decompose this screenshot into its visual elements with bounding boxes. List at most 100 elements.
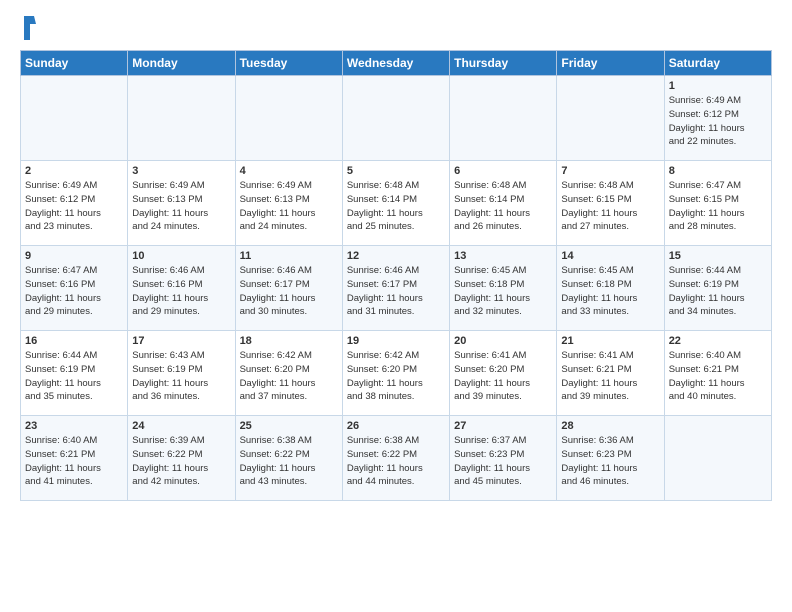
day-number: 10 — [132, 250, 230, 262]
day-number: 26 — [347, 420, 445, 432]
header-cell-saturday: Saturday — [664, 51, 771, 76]
logo — [20, 20, 36, 40]
calendar-cell: 25 Sunrise: 6:38 AM Sunset: 6:22 PM Dayli… — [235, 416, 342, 501]
calendar-cell: 1 Sunrise: 6:49 AM Sunset: 6:12 PM Daylig… — [664, 76, 771, 161]
calendar-week-row: 9 Sunrise: 6:47 AM Sunset: 6:16 PM Daylig… — [21, 246, 772, 331]
day-info: Sunrise: 6:45 AM Sunset: 6:18 PM Dayligh… — [454, 264, 552, 319]
calendar-week-row: 1 Sunrise: 6:49 AM Sunset: 6:12 PM Daylig… — [21, 76, 772, 161]
day-number: 2 — [25, 165, 123, 177]
calendar-cell: 28 Sunrise: 6:36 AM Sunset: 6:23 PM Dayli… — [557, 416, 664, 501]
day-number: 25 — [240, 420, 338, 432]
calendar-header-row: SundayMondayTuesdayWednesdayThursdayFrid… — [21, 51, 772, 76]
day-number: 16 — [25, 335, 123, 347]
day-info: Sunrise: 6:37 AM Sunset: 6:23 PM Dayligh… — [454, 434, 552, 489]
header-cell-friday: Friday — [557, 51, 664, 76]
day-info: Sunrise: 6:44 AM Sunset: 6:19 PM Dayligh… — [669, 264, 767, 319]
calendar-cell: 2 Sunrise: 6:49 AM Sunset: 6:12 PM Daylig… — [21, 161, 128, 246]
calendar-cell: 17 Sunrise: 6:43 AM Sunset: 6:19 PM Dayli… — [128, 331, 235, 416]
day-info: Sunrise: 6:38 AM Sunset: 6:22 PM Dayligh… — [347, 434, 445, 489]
header-cell-wednesday: Wednesday — [342, 51, 449, 76]
calendar-cell: 13 Sunrise: 6:45 AM Sunset: 6:18 PM Dayli… — [450, 246, 557, 331]
day-number: 12 — [347, 250, 445, 262]
calendar-cell: 21 Sunrise: 6:41 AM Sunset: 6:21 PM Dayli… — [557, 331, 664, 416]
day-info: Sunrise: 6:48 AM Sunset: 6:15 PM Dayligh… — [561, 179, 659, 234]
calendar-cell — [450, 76, 557, 161]
calendar-cell — [235, 76, 342, 161]
header-cell-monday: Monday — [128, 51, 235, 76]
day-number: 6 — [454, 165, 552, 177]
calendar-cell: 7Sunrise: 6:48 AM Sunset: 6:15 PM Daylig… — [557, 161, 664, 246]
header-cell-tuesday: Tuesday — [235, 51, 342, 76]
calendar-cell: 9 Sunrise: 6:47 AM Sunset: 6:16 PM Daylig… — [21, 246, 128, 331]
day-info: Sunrise: 6:41 AM Sunset: 6:20 PM Dayligh… — [454, 349, 552, 404]
day-info: Sunrise: 6:46 AM Sunset: 6:16 PM Dayligh… — [132, 264, 230, 319]
calendar-table: SundayMondayTuesdayWednesdayThursdayFrid… — [20, 50, 772, 501]
day-info: Sunrise: 6:44 AM Sunset: 6:19 PM Dayligh… — [25, 349, 123, 404]
day-info: Sunrise: 6:46 AM Sunset: 6:17 PM Dayligh… — [240, 264, 338, 319]
day-info: Sunrise: 6:46 AM Sunset: 6:17 PM Dayligh… — [347, 264, 445, 319]
calendar-cell: 18 Sunrise: 6:42 AM Sunset: 6:20 PM Dayli… — [235, 331, 342, 416]
day-number: 23 — [25, 420, 123, 432]
calendar-cell — [21, 76, 128, 161]
day-info: Sunrise: 6:47 AM Sunset: 6:15 PM Dayligh… — [669, 179, 767, 234]
day-info: Sunrise: 6:45 AM Sunset: 6:18 PM Dayligh… — [561, 264, 659, 319]
calendar-cell: 10 Sunrise: 6:46 AM Sunset: 6:16 PM Dayli… — [128, 246, 235, 331]
calendar-cell: 24 Sunrise: 6:39 AM Sunset: 6:22 PM Dayli… — [128, 416, 235, 501]
day-info: Sunrise: 6:49 AM Sunset: 6:12 PM Dayligh… — [669, 94, 767, 149]
day-info: Sunrise: 6:36 AM Sunset: 6:23 PM Dayligh… — [561, 434, 659, 489]
calendar-cell: 12 Sunrise: 6:46 AM Sunset: 6:17 PM Dayli… — [342, 246, 449, 331]
day-number: 17 — [132, 335, 230, 347]
calendar-cell — [128, 76, 235, 161]
day-info: Sunrise: 6:40 AM Sunset: 6:21 PM Dayligh… — [25, 434, 123, 489]
header-cell-sunday: Sunday — [21, 51, 128, 76]
day-number: 24 — [132, 420, 230, 432]
day-info: Sunrise: 6:39 AM Sunset: 6:22 PM Dayligh… — [132, 434, 230, 489]
day-number: 19 — [347, 335, 445, 347]
day-number: 5 — [347, 165, 445, 177]
day-info: Sunrise: 6:43 AM Sunset: 6:19 PM Dayligh… — [132, 349, 230, 404]
day-number: 4 — [240, 165, 338, 177]
day-info: Sunrise: 6:42 AM Sunset: 6:20 PM Dayligh… — [347, 349, 445, 404]
calendar-cell: 26 Sunrise: 6:38 AM Sunset: 6:22 PM Dayli… — [342, 416, 449, 501]
calendar-cell: 14 Sunrise: 6:45 AM Sunset: 6:18 PM Dayli… — [557, 246, 664, 331]
header-cell-thursday: Thursday — [450, 51, 557, 76]
day-number: 28 — [561, 420, 659, 432]
calendar-week-row: 2 Sunrise: 6:49 AM Sunset: 6:12 PM Daylig… — [21, 161, 772, 246]
calendar-cell: 4 Sunrise: 6:49 AM Sunset: 6:13 PM Daylig… — [235, 161, 342, 246]
calendar-cell: 27 Sunrise: 6:37 AM Sunset: 6:23 PM Dayli… — [450, 416, 557, 501]
day-info: Sunrise: 6:49 AM Sunset: 6:13 PM Dayligh… — [240, 179, 338, 234]
day-info: Sunrise: 6:41 AM Sunset: 6:21 PM Dayligh… — [561, 349, 659, 404]
calendar-cell: 16 Sunrise: 6:44 AM Sunset: 6:19 PM Dayli… — [21, 331, 128, 416]
header — [20, 20, 772, 40]
day-number: 9 — [25, 250, 123, 262]
calendar-week-row: 16 Sunrise: 6:44 AM Sunset: 6:19 PM Dayli… — [21, 331, 772, 416]
calendar-cell: 20Sunrise: 6:41 AM Sunset: 6:20 PM Dayli… — [450, 331, 557, 416]
day-number: 3 — [132, 165, 230, 177]
calendar-week-row: 23 Sunrise: 6:40 AM Sunset: 6:21 PM Dayli… — [21, 416, 772, 501]
day-info: Sunrise: 6:49 AM Sunset: 6:13 PM Dayligh… — [132, 179, 230, 234]
day-info: Sunrise: 6:40 AM Sunset: 6:21 PM Dayligh… — [669, 349, 767, 404]
day-number: 13 — [454, 250, 552, 262]
day-number: 21 — [561, 335, 659, 347]
day-number: 15 — [669, 250, 767, 262]
day-info: Sunrise: 6:42 AM Sunset: 6:20 PM Dayligh… — [240, 349, 338, 404]
calendar-cell: 6Sunrise: 6:48 AM Sunset: 6:14 PM Daylig… — [450, 161, 557, 246]
calendar-cell — [557, 76, 664, 161]
day-number: 14 — [561, 250, 659, 262]
calendar-cell: 23 Sunrise: 6:40 AM Sunset: 6:21 PM Dayli… — [21, 416, 128, 501]
day-number: 8 — [669, 165, 767, 177]
day-number: 11 — [240, 250, 338, 262]
day-number: 18 — [240, 335, 338, 347]
calendar-cell: 19 Sunrise: 6:42 AM Sunset: 6:20 PM Dayli… — [342, 331, 449, 416]
day-info: Sunrise: 6:38 AM Sunset: 6:22 PM Dayligh… — [240, 434, 338, 489]
calendar-cell: 22Sunrise: 6:40 AM Sunset: 6:21 PM Dayli… — [664, 331, 771, 416]
calendar-cell: 11 Sunrise: 6:46 AM Sunset: 6:17 PM Dayli… — [235, 246, 342, 331]
day-number: 27 — [454, 420, 552, 432]
calendar-cell — [342, 76, 449, 161]
day-info: Sunrise: 6:47 AM Sunset: 6:16 PM Dayligh… — [25, 264, 123, 319]
logo-icon — [22, 16, 36, 40]
day-info: Sunrise: 6:49 AM Sunset: 6:12 PM Dayligh… — [25, 179, 123, 234]
day-info: Sunrise: 6:48 AM Sunset: 6:14 PM Dayligh… — [347, 179, 445, 234]
calendar-cell: 5 Sunrise: 6:48 AM Sunset: 6:14 PM Daylig… — [342, 161, 449, 246]
day-number: 1 — [669, 80, 767, 92]
